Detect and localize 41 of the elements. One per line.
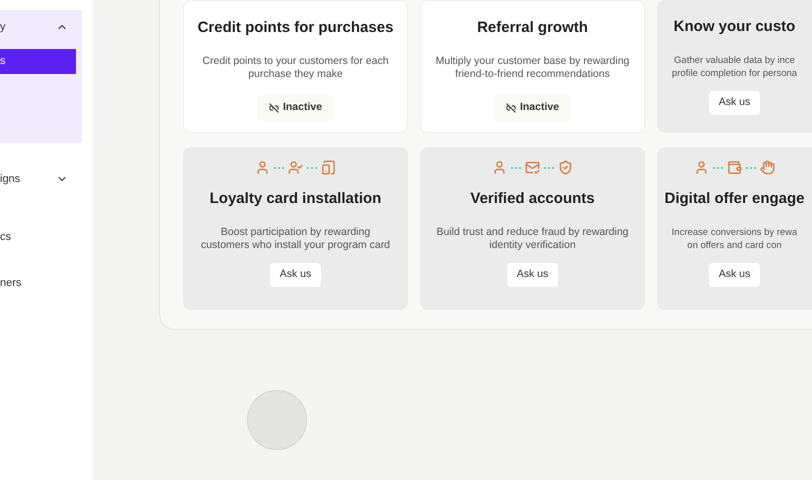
unlink-icon — [268, 102, 279, 113]
card-description: Increase conversions by rewa on offers and card con — [672, 226, 798, 252]
wallet-icon — [727, 160, 742, 175]
ask-us-button[interactable]: Ask us — [506, 263, 558, 287]
dotted-connector-icon — [543, 166, 555, 170]
status-label: Inactive — [282, 100, 322, 115]
dotted-connector-icon — [273, 166, 285, 170]
sidebar-item[interactable]: s — [0, 49, 76, 74]
ask-us-button[interactable]: Ask us — [708, 91, 760, 115]
card-description: Build trust and reduce fraud by rewarding identity verification — [436, 226, 629, 252]
person-icon — [492, 160, 507, 175]
group-label: y — [0, 20, 6, 35]
person-check-icon — [288, 160, 303, 175]
status-label: Inactive — [520, 100, 560, 115]
card-title: Know your custo — [674, 17, 796, 37]
card-title: Credit points for purchases — [198, 18, 394, 38]
dotted-connector-icon — [745, 166, 757, 170]
sidebar-group-header[interactable]: y — [0, 10, 82, 44]
card-description: Gather valuable data by ince profile completion for persona — [672, 54, 798, 80]
hand-icon — [760, 160, 775, 175]
sidebar-item[interactable]: cs — [0, 230, 76, 244]
sidebar-item[interactable]: ners — [0, 276, 76, 290]
shield-check-icon — [558, 160, 573, 175]
group-label: igns — [0, 172, 20, 187]
card-title: Loyalty card installation — [210, 189, 382, 209]
card-description: Credit points to your customers for each purchase they make — [202, 55, 389, 81]
person-icon — [255, 160, 270, 175]
sidebar-group-header[interactable]: igns — [0, 162, 82, 196]
ask-us-button[interactable]: Ask us — [270, 263, 322, 287]
dotted-connector-icon — [712, 166, 724, 170]
card-description: Boost participation by rewarding customers who install your program card — [200, 226, 390, 252]
person-icon — [694, 160, 709, 175]
unlink-icon — [506, 102, 516, 113]
ask-us-button[interactable]: Ask us — [708, 263, 760, 287]
dotted-connector-icon — [306, 166, 318, 170]
card-title: Digital offer engage — [664, 189, 805, 209]
dotted-connector-icon — [510, 166, 522, 170]
mail-check-icon — [525, 160, 540, 175]
card-title: Referral growth — [477, 18, 588, 38]
card-title: Verified accounts — [470, 189, 595, 209]
card-description: Multiply your customer base by rewarding friend-to-friend recommendations — [436, 55, 630, 81]
